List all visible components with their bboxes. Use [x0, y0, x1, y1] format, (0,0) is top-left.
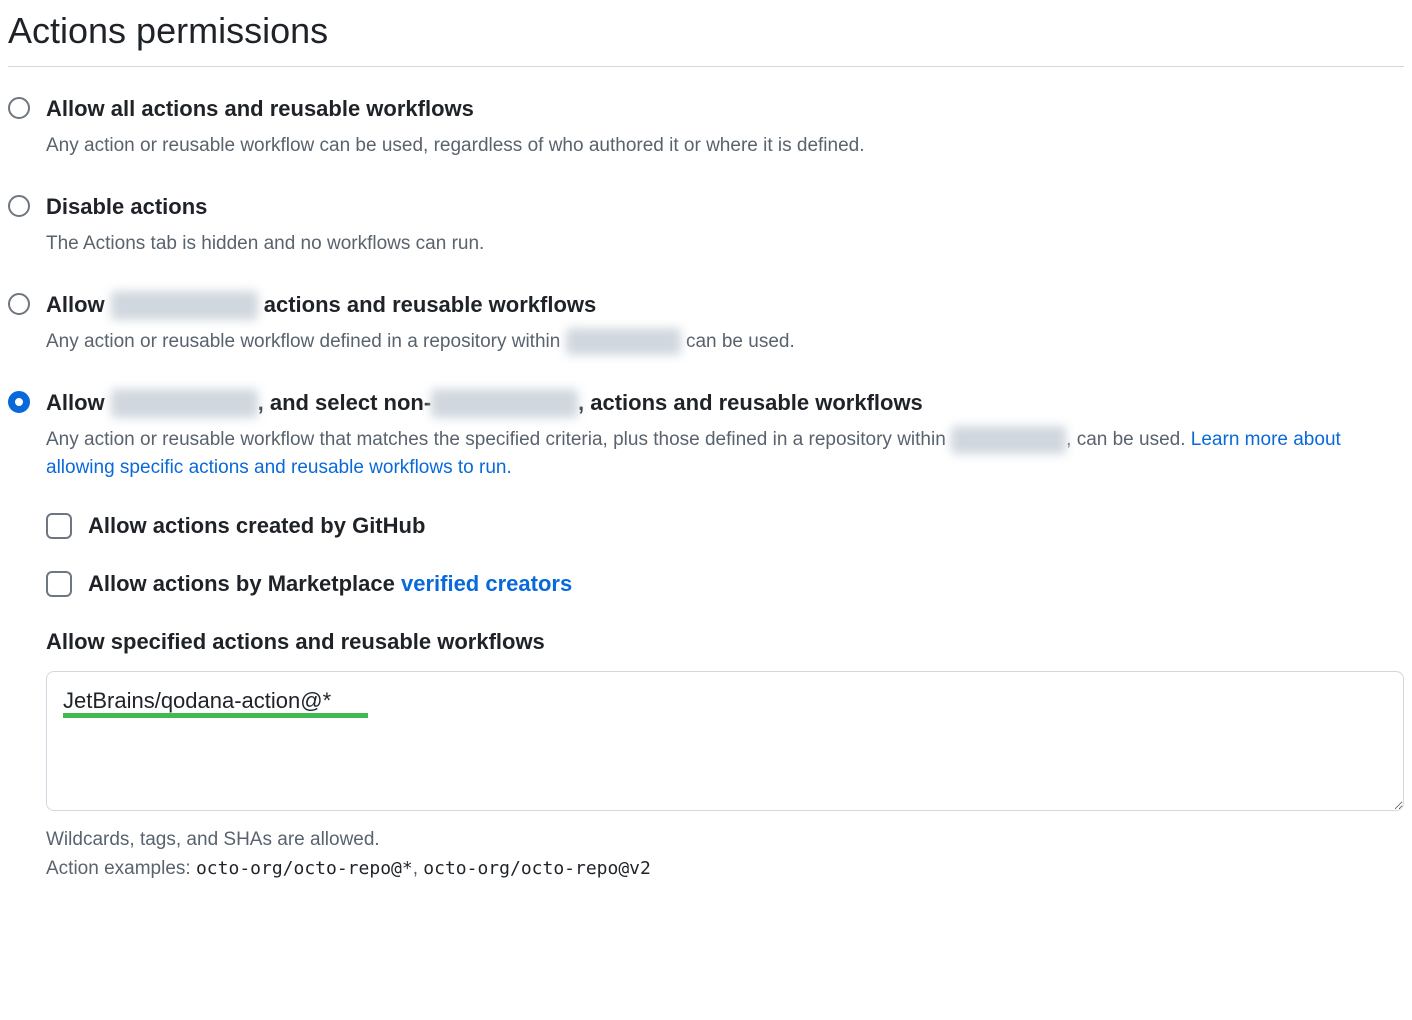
option-disable-desc: The Actions tab is hidden and no workflo… — [46, 230, 1404, 258]
redacted-org-name: xxxxx xx xxxx — [951, 426, 1066, 454]
verified-creators-link[interactable]: verified creators — [401, 571, 572, 596]
option-allow-select-label: Allow xxxxx xx xxxx, and select non-xxxx… — [46, 389, 923, 418]
radio-allow-org[interactable] — [8, 293, 30, 315]
section-divider — [8, 66, 1404, 67]
option-allow-org: Allow xxxxx xx xxxx actions and reusable… — [8, 291, 1404, 355]
desc-prefix: Any action or reusable workflow defined … — [46, 331, 566, 352]
radio-disable[interactable] — [8, 195, 30, 217]
radio-allow-select[interactable] — [8, 391, 30, 413]
desc-suffix: can be used. — [681, 331, 795, 352]
checkbox-row-marketplace: Allow actions by Marketplace verified cr… — [46, 571, 1404, 597]
redacted-org-name: xxxxx xx xxxx — [111, 291, 258, 320]
hint-separator: , — [413, 858, 424, 879]
checkbox-marketplace[interactable] — [46, 571, 72, 597]
label-suffix: , actions and reusable workflows — [578, 390, 923, 415]
sub-options: Allow actions created by GitHub Allow ac… — [46, 513, 1404, 883]
option-allow-select: Allow xxxxx xx xxxx, and select non-xxxx… — [8, 389, 1404, 883]
option-allow-all-label: Allow all actions and reusable workflows — [46, 95, 474, 124]
label-prefix: Allow — [46, 390, 111, 415]
checkbox-github-actions[interactable] — [46, 513, 72, 539]
redacted-org-name: xxxxx xx xxxx — [111, 389, 258, 418]
marketplace-prefix: Allow actions by Marketplace — [88, 571, 401, 596]
example-code-1: octo-org/octo-repo@* — [196, 858, 413, 879]
redacted-org-name: xxxxx xx xxxx — [566, 328, 681, 356]
label-suffix: actions and reusable workflows — [258, 292, 597, 317]
desc-mid: , can be used. — [1066, 429, 1191, 450]
label-prefix: Allow — [46, 292, 111, 317]
option-allow-org-desc: Any action or reusable workflow defined … — [46, 328, 1404, 356]
hint-line2: Action examples: octo-org/octo-repo@*, o… — [46, 855, 1404, 884]
checkbox-github-label: Allow actions created by GitHub — [88, 513, 425, 539]
radio-allow-all[interactable] — [8, 97, 30, 119]
specified-actions-label: Allow specified actions and reusable wor… — [46, 629, 1404, 655]
option-allow-org-label: Allow xxxxx xx xxxx actions and reusable… — [46, 291, 596, 320]
example-code-2: octo-org/octo-repo@v2 — [423, 858, 651, 879]
textarea-wrapper — [46, 671, 1404, 816]
option-allow-all-desc: Any action or reusable workflow can be u… — [46, 132, 1404, 160]
label-mid: , and select non- — [258, 390, 432, 415]
hint-prefix: Action examples: — [46, 858, 196, 879]
redacted-org-name: xxxxx xx xxxx — [431, 389, 578, 418]
option-disable: Disable actions The Actions tab is hidde… — [8, 193, 1404, 257]
checkbox-marketplace-label: Allow actions by Marketplace verified cr… — [88, 571, 572, 597]
option-allow-select-desc: Any action or reusable workflow that mat… — [46, 426, 1404, 481]
specified-actions-textarea[interactable] — [46, 671, 1404, 811]
option-allow-all: Allow all actions and reusable workflows… — [8, 95, 1404, 159]
hints: Wildcards, tags, and SHAs are allowed. A… — [46, 826, 1404, 883]
checkbox-row-github: Allow actions created by GitHub — [46, 513, 1404, 539]
page-title: Actions permissions — [8, 10, 1404, 52]
option-disable-label: Disable actions — [46, 193, 207, 222]
desc-prefix: Any action or reusable workflow that mat… — [46, 429, 951, 450]
hint-line1: Wildcards, tags, and SHAs are allowed. — [46, 826, 1404, 855]
